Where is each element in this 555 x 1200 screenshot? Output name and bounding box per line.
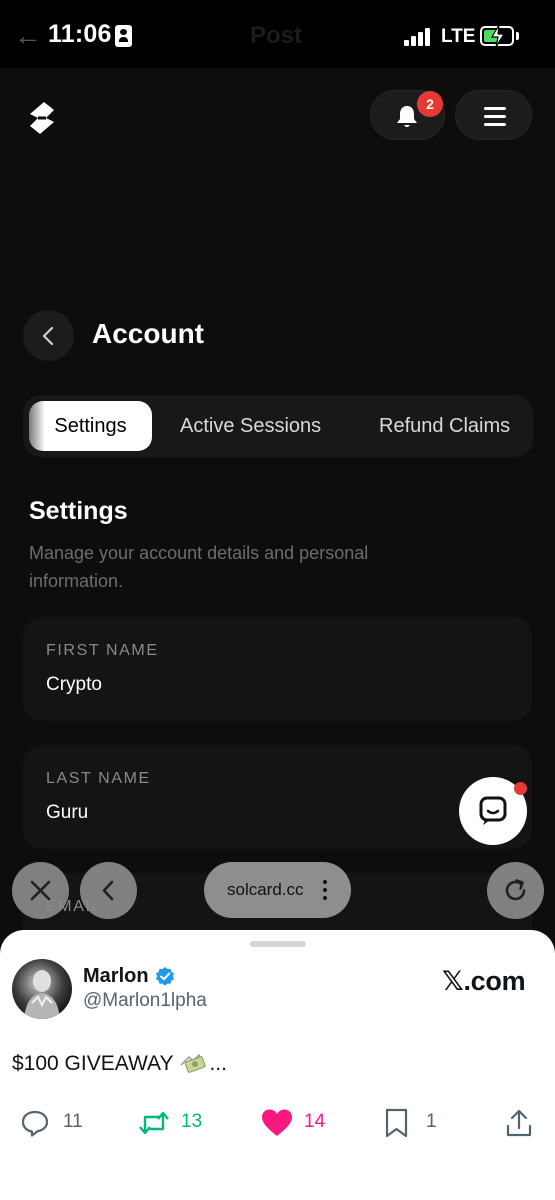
field-label: FIRST NAME [46,642,159,659]
reload-icon [505,879,526,901]
field-value: Guru [46,802,89,823]
account-tabs: Settings Active Sessions Refund Claims [23,395,533,457]
bookmark-count: 1 [426,1111,437,1132]
tweet-text-content: $100 GIVEAWAY [12,1052,174,1075]
repost-icon [139,1111,169,1135]
chat-unread-dot [514,782,527,795]
close-icon [30,880,51,901]
last-name-field[interactable]: LAST NAME Guru [23,745,532,849]
url-pill[interactable]: solcard.cc [204,862,351,918]
section-description: Manage your account details and personal… [29,543,369,591]
avatar-figure [24,970,60,1019]
x-logo[interactable]: 𝕏.com [442,966,526,997]
reload-button[interactable] [487,862,544,919]
status-ghost-title: Post [250,22,303,49]
network-label: LTE [441,26,476,47]
more-vertical-icon[interactable] [323,880,327,900]
tab-active-sessions[interactable]: Active Sessions [180,401,321,451]
chat-icon [479,796,507,825]
hamburger-icon-line [484,115,506,118]
charging-bolt-icon [490,24,506,48]
browser-back-button[interactable] [80,862,137,919]
author-name[interactable]: Marlon [83,965,149,988]
first-name-field[interactable]: FIRST NAME Crypto [23,617,532,721]
notification-badge: 2 [417,91,443,117]
menu-button[interactable] [455,90,532,140]
tweet-text-suffix: ... [209,1052,227,1075]
page-title: Account [92,318,204,349]
section-title: Settings [29,497,128,525]
contact-card-icon [115,25,132,47]
status-bar: ← 11:06 Post LTE [0,0,555,68]
reply-icon [21,1110,49,1137]
url-text: solcard.cc [227,880,304,899]
field-label: LAST NAME [46,770,151,787]
repost-count: 13 [181,1111,203,1132]
hamburger-icon-line [484,123,506,126]
bell-icon [397,106,417,127]
share-icon [506,1109,532,1137]
back-button[interactable] [23,310,74,361]
avatar[interactable] [12,959,72,1019]
status-time: 11:06 [48,20,112,48]
hamburger-icon-line [484,107,506,110]
author-handle[interactable]: @Marlon1lpha [83,990,207,1012]
sheet-handle[interactable] [250,941,306,947]
tweet-text[interactable]: $100 GIVEAWAY ... [12,1051,227,1076]
battery-tip [516,32,519,40]
tweet-sheet: Marlon @Marlon1lpha 𝕏.com $100 GIVEAWAY … [0,930,555,1200]
reply-count: 11 [63,1111,83,1132]
back-arrow-icon: ← [14,20,42,51]
field-value: Crypto [46,674,102,695]
like-count: 14 [304,1111,326,1132]
verified-badge-icon [156,967,174,986]
bookmark-icon [385,1108,408,1138]
chevron-left-icon [102,880,114,901]
close-browser-button[interactable] [12,862,69,919]
signal-icon [404,28,434,46]
tab-refund-claims[interactable]: Refund Claims [379,401,510,451]
money-with-wings-icon [179,1051,209,1073]
tab-settings[interactable]: Settings [29,401,152,451]
heart-icon [262,1109,292,1136]
chevron-left-icon [42,326,54,346]
solcard-logo-icon[interactable] [26,100,58,136]
